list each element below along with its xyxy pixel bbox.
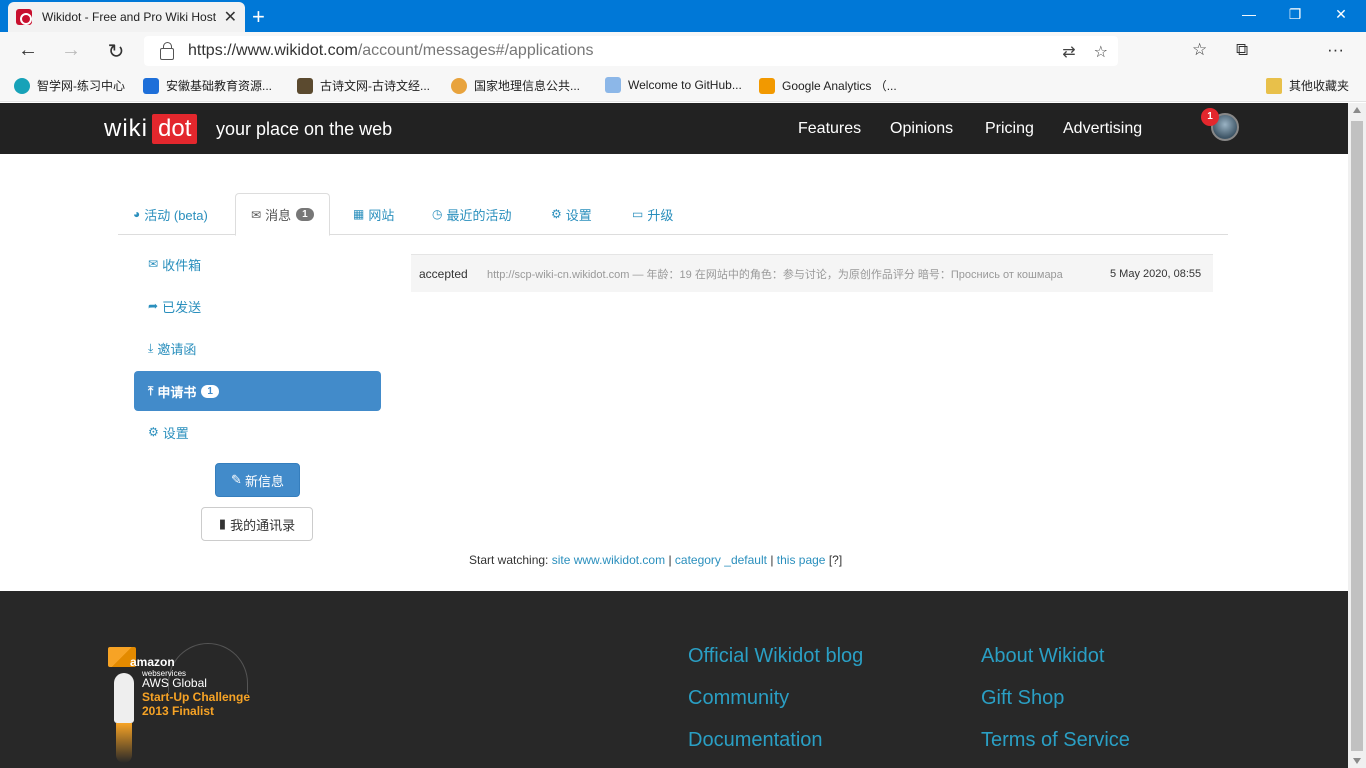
download-icon: ⤓ [148,340,154,355]
dashboard-icon: ◕ [133,207,141,221]
nav-advertising[interactable]: Advertising [1063,120,1142,138]
watch-help-link[interactable]: [?] [829,553,842,567]
messages-count-badge: 1 [296,208,314,221]
gears-icon: ⚙ [551,207,562,221]
tab-sites[interactable]: ▦ 网站 [338,193,409,235]
bookmark-favicon-icon [143,77,159,94]
lock-icon[interactable] [160,42,174,60]
close-tab-icon[interactable]: ✕ [224,7,237,27]
scroll-up-icon[interactable] [1353,107,1361,113]
application-date: 5 May 2020, 08:55 [1110,267,1202,280]
wikidot-logo[interactable]: wiki dot [104,114,198,144]
rocket-icon [114,673,134,723]
url-host: https://www.wikidot.com [188,42,358,59]
gears-icon: ⚙ [148,425,159,439]
scrollbar-thumb[interactable] [1351,121,1363,751]
bookmark-favicon-icon [451,77,467,94]
notification-badge[interactable]: 1 [1201,108,1219,126]
tab-activity[interactable]: ◕ 活动 (beta) [118,193,223,235]
tab-messages[interactable]: ✉ 消息 1 [235,193,330,236]
applications-count-badge: 1 [201,384,219,398]
wikidot-favicon-icon [16,9,32,25]
watch-page-link[interactable]: this page [777,553,826,567]
bookmark-item[interactable]: 智学网-练习中心 [14,77,125,94]
bookmark-favicon-icon [297,77,313,94]
page-scrollbar[interactable] [1348,103,1366,768]
browser-titlebar: Wikidot - Free and Pro Wiki Host ✕ + — ❐… [0,0,1366,32]
start-watching: Start watching: site www.wikidot.com | c… [469,553,843,567]
footer-link-blog[interactable]: Official Wikidot blog [688,645,863,668]
sidebar-item-inbox[interactable]: ✉ 收件箱 [134,244,381,284]
footer-link-community[interactable]: Community [688,687,789,710]
application-detail: http://scp-wiki-cn.wikidot.com — 年龄：19 在… [487,268,1063,281]
bookmark-item[interactable]: 安徽基础教育资源... [143,77,272,94]
minimize-icon[interactable]: — [1226,2,1272,26]
browser-toolbar: ← → ↻ https://www.wikidot.com/account/me… [0,32,1366,97]
bookmark-favicon-icon [759,77,775,94]
url-path: /account/messages#/applications [357,42,594,59]
bookmark-item[interactable]: Google Analytics （... [759,77,897,94]
sidebar-item-sent[interactable]: ➦ 已发送 [134,286,381,326]
sidebar-item-invitations[interactable]: ⤓ 邀请函 [134,328,381,368]
book-icon: ▮ [218,516,227,531]
more-menu-icon[interactable]: ··· [1327,40,1344,60]
favorite-star-icon[interactable]: ☆ [1094,42,1108,62]
new-tab-button[interactable]: + [252,4,265,30]
footer-link-about[interactable]: About Wikidot [981,645,1104,668]
sidebar-item-settings[interactable]: ⚙ 设置 [134,412,381,452]
new-message-button[interactable]: ✎ 新信息 [215,463,300,497]
nav-opinions[interactable]: Opinions [890,120,953,138]
collections-icon[interactable]: ⧉ [1236,40,1248,60]
upload-icon: ⤒ [148,383,154,398]
bookmark-item[interactable]: 古诗文网-古诗文经... [297,77,430,94]
address-book-button[interactable]: ▮ 我的通讯录 [201,507,313,541]
account-tabs: ◕ 活动 (beta) ✉ 消息 1 ▦ 网站 ◷ 最近的活动 ⚙ 设置 ▭ 升级 [118,193,1228,236]
clock-icon: ◷ [432,207,443,221]
tab-recent-activity[interactable]: ◷ 最近的活动 [417,193,527,235]
favorites-icon[interactable]: ☆ [1192,40,1207,60]
bookmark-favicon-icon [14,77,30,94]
forward-icon[interactable]: → [57,39,85,62]
grid-icon: ▦ [353,207,365,221]
footer-link-terms[interactable]: Terms of Service [981,729,1130,752]
site-tagline: your place on the web [216,119,393,139]
sidebar-item-applications[interactable]: ⤒ 申请书 1 [134,371,381,411]
bookmark-item[interactable]: Welcome to GitHub... [605,77,742,93]
tab-upgrade[interactable]: ▭ 升级 [617,193,688,235]
table-row[interactable]: accepted http://scp-wiki-cn.wikidot.com … [411,254,1213,292]
credit-card-icon: ▭ [632,207,644,221]
folder-icon [1266,77,1282,94]
share-icon: ➦ [148,299,159,313]
nav-features[interactable]: Features [798,120,861,138]
envelope-icon: ✉ [251,207,262,222]
aws-finalist-badge: amazon webservices AWS Global Start-Up C… [108,643,258,768]
refresh-icon[interactable]: ↻ [102,39,130,64]
site-header: wiki dot your place on the web Features … [0,103,1348,154]
translate-icon[interactable]: ⇄ [1062,42,1075,62]
close-window-icon[interactable]: ✕ [1318,2,1364,26]
footer-link-gift-shop[interactable]: Gift Shop [981,687,1064,710]
edit-icon: ✎ [231,472,242,487]
bookmark-favicon-icon [605,77,621,93]
envelope-icon: ✉ [148,257,159,271]
tab-settings[interactable]: ⚙ 设置 [536,193,607,235]
nav-pricing[interactable]: Pricing [985,120,1034,138]
site-footer: amazon webservices AWS Global Start-Up C… [0,591,1348,768]
footer-link-documentation[interactable]: Documentation [688,729,823,752]
browser-tab[interactable]: Wikidot - Free and Pro Wiki Host ✕ [8,2,245,32]
page-viewport: wiki dot your place on the web Features … [0,103,1348,768]
watch-site-link[interactable]: site www.wikidot.com [552,553,665,567]
bookmarks-bar: 智学网-练习中心 安徽基础教育资源... 古诗文网-古诗文经... 国家地理信息… [0,70,1366,102]
watch-category-link[interactable]: category _default [675,553,767,567]
application-status: accepted [419,266,468,281]
other-bookmarks-folder[interactable]: 其他收藏夹 [1266,77,1349,94]
scroll-down-icon[interactable] [1353,758,1361,764]
rocket-flame [116,723,132,763]
back-icon[interactable]: ← [14,39,42,62]
restore-icon[interactable]: ❐ [1272,2,1318,26]
bookmark-item[interactable]: 国家地理信息公共... [451,77,580,94]
address-bar[interactable]: https://www.wikidot.com/account/messages… [144,36,1118,66]
tab-title: Wikidot - Free and Pro Wiki Host [42,10,217,24]
